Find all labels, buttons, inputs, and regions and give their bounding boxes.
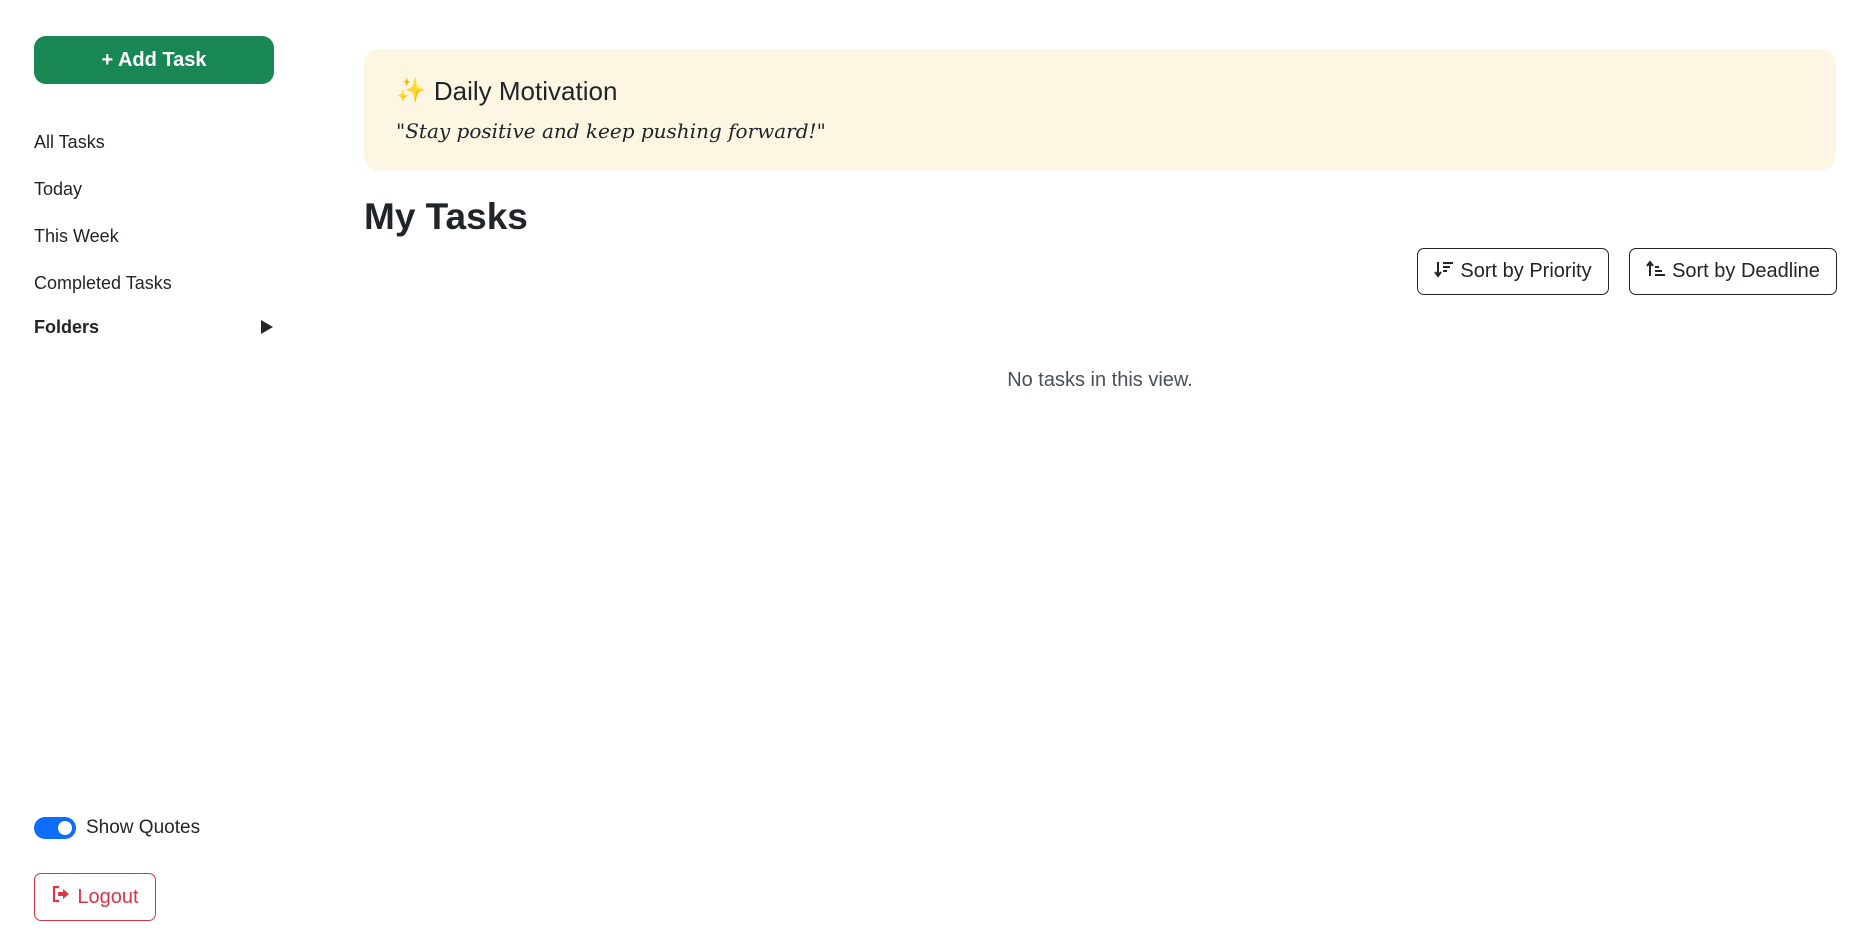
daily-motivation-card: ✨ Daily Motivation "Stay positive and ke…: [364, 49, 1836, 170]
app-root: + Add Task All Tasks Today This Week Com…: [0, 0, 1860, 943]
sort-up-icon: [1646, 259, 1666, 285]
caret-right-icon: [261, 320, 273, 334]
show-quotes-row: Show Quotes: [34, 814, 200, 842]
motivation-header: ✨ Daily Motivation: [396, 74, 617, 108]
sparkles-icon: ✨: [396, 77, 426, 104]
logout-button[interactable]: Logout: [34, 873, 156, 921]
folders-toggle[interactable]: Folders: [34, 310, 274, 344]
add-task-button[interactable]: + Add Task: [34, 36, 274, 84]
show-quotes-label: Show Quotes: [86, 817, 201, 838]
sidebar-item-this-week[interactable]: This Week: [34, 213, 274, 260]
sort-down-icon: [1434, 259, 1454, 285]
sign-out-icon: [51, 884, 71, 910]
toggle-knob: [58, 821, 72, 835]
sort-by-deadline-button[interactable]: Sort by Deadline: [1629, 248, 1837, 295]
show-quotes-toggle[interactable]: [34, 817, 76, 839]
sidebar: + Add Task All Tasks Today This Week Com…: [0, 0, 300, 943]
page-title: My Tasks: [364, 196, 528, 237]
empty-state-message: No tasks in this view.: [1007, 369, 1193, 391]
sidebar-item-all-tasks[interactable]: All Tasks: [34, 119, 274, 166]
motivation-title: Daily Motivation: [433, 75, 618, 106]
sort-by-priority-label: Sort by Priority: [1460, 260, 1592, 282]
logout-label: Logout: [77, 885, 139, 908]
folders-label: Folders: [34, 316, 100, 337]
sort-by-priority-button[interactable]: Sort by Priority: [1417, 248, 1609, 295]
sort-by-deadline-label: Sort by Deadline: [1672, 260, 1820, 282]
sidebar-item-completed-tasks[interactable]: Completed Tasks: [34, 260, 274, 307]
sidebar-nav: All Tasks Today This Week Completed Task…: [34, 119, 274, 307]
sidebar-item-today[interactable]: Today: [34, 166, 274, 213]
motivation-quote: "Stay positive and keep pushing forward!…: [396, 119, 826, 143]
